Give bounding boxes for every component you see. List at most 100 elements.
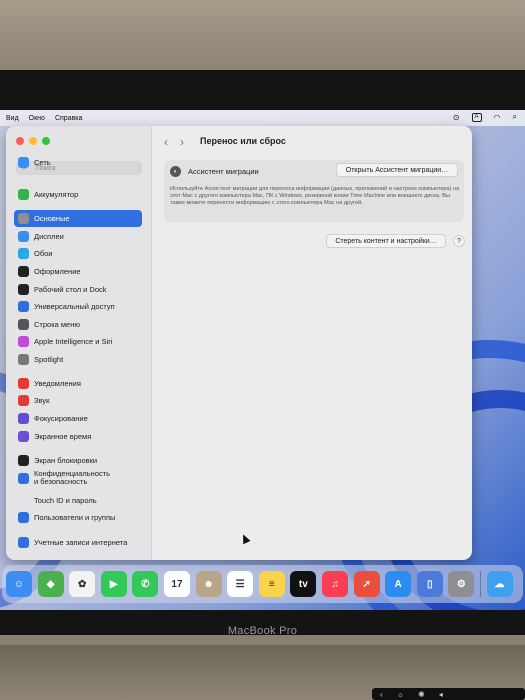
calendar-icon[interactable]: 17	[163, 571, 190, 597]
open-migration-button[interactable]: Открыть Ассистент миграции…	[336, 163, 458, 177]
sidebar-item-label: Рабочий стол и Dock	[34, 285, 107, 294]
wifi-icon[interactable]: ◠	[494, 113, 501, 122]
sidebar-item[interactable]: Apple Intelligence и Siri	[14, 333, 142, 350]
erase-content-button[interactable]: Стереть контент и настройки…	[326, 234, 446, 248]
lock-screen-icon	[18, 455, 29, 466]
sidebar-item[interactable]: Звук	[14, 392, 142, 409]
reminders-icon[interactable]: ☰	[227, 571, 254, 597]
sidebar-item-label: Экран блокировки	[34, 456, 98, 465]
sidebar-item[interactable]: Spotlight	[14, 351, 142, 368]
fingerprint-icon	[18, 495, 29, 506]
menubar-icon	[18, 319, 29, 330]
device-brand: MacBook Pro	[227, 625, 298, 637]
sidebar-item-label: Сеть	[34, 158, 51, 167]
sidebar-item[interactable]: Основные	[14, 210, 142, 227]
battery-icon	[18, 189, 29, 200]
sidebar-item-label: Уведомления	[34, 379, 81, 388]
spotlight-icon	[18, 354, 29, 365]
sidebar-item[interactable]: Универсальный доступ	[14, 298, 142, 315]
at-icon	[18, 537, 29, 548]
sidebar-item-label: Экранное время	[34, 432, 92, 441]
migration-panel: ◐ Ассистент миграции Открыть Ассистент м…	[164, 160, 464, 222]
system-settings-icon[interactable]: ⚙	[448, 571, 475, 597]
forward-button[interactable]: ›	[180, 135, 184, 149]
sidebar-item-label: Spotlight	[34, 355, 64, 364]
sidebar-item-label: Дисплеи	[34, 232, 64, 241]
sidebar-item-label: Фокусирование	[34, 414, 88, 423]
chevron-left-icon[interactable]: ‹	[380, 690, 383, 699]
sidebar-item[interactable]: Экран блокировки	[14, 452, 142, 469]
maps-icon[interactable]: ◆	[37, 571, 64, 597]
sidebar-item[interactable]: Аккумулятор	[14, 186, 142, 203]
finder-icon[interactable]: ☺	[6, 571, 32, 597]
menu-window[interactable]: Окно	[29, 115, 45, 122]
sidebar-item[interactable]: Строка меню	[14, 316, 142, 333]
help-button[interactable]: ?	[453, 235, 465, 247]
sidebar-item-label: Пользователи и группы	[34, 513, 116, 522]
accessibility-icon	[18, 301, 29, 312]
minimize-button[interactable]	[29, 137, 37, 145]
siri-icon	[18, 336, 29, 347]
text-input-icon[interactable]: A	[471, 112, 482, 122]
facetime-icon[interactable]: ▶	[100, 571, 127, 597]
sidebar-item[interactable]: Учетные записи интернета	[14, 534, 142, 551]
play-circle-icon[interactable]: ⊙	[453, 113, 460, 122]
brightness-high-icon[interactable]: ✺	[418, 690, 425, 699]
navigation: ‹ ›	[164, 135, 184, 149]
sidebar-item[interactable]: Touch ID и пароль	[14, 492, 142, 509]
gear-icon	[18, 213, 29, 224]
notes-icon[interactable]: ≡	[258, 571, 285, 597]
window-controls	[16, 137, 50, 145]
sidebar-item[interactable]: Оформление	[14, 263, 142, 280]
sidebar-item[interactable]: Фокусирование	[14, 410, 142, 427]
moon-icon	[18, 413, 29, 424]
bell-icon	[18, 378, 29, 389]
page-title: Перенос или сброс	[200, 136, 286, 146]
sidebar-item-label: Оформление	[34, 267, 81, 276]
sidebar-item-label: Touch ID и пароль	[34, 496, 97, 505]
dock-icon	[18, 284, 29, 295]
rocket-icon[interactable]: ➚	[353, 571, 380, 597]
migration-label: Ассистент миграции	[188, 167, 259, 176]
content-pane: ‹ › Перенос или сброс ◐ Ассистент миграц…	[152, 126, 472, 560]
phone-icon[interactable]: ✆	[132, 571, 159, 597]
sidebar-item-label: Конфиденциальность и безопасность	[34, 469, 111, 486]
sidebar-item-label: Звук	[34, 396, 50, 405]
sidebar-item[interactable]: Пользователи и группы	[14, 509, 142, 526]
photos-icon[interactable]: ✿	[69, 571, 96, 597]
music-icon[interactable]: ♫	[321, 571, 348, 597]
sidebar-item[interactable]: Обои	[14, 245, 142, 262]
sidebar-item[interactable]: Сеть	[14, 154, 142, 171]
app-store-icon[interactable]: A	[385, 571, 412, 597]
dock-separator	[479, 571, 481, 597]
zoom-button[interactable]	[42, 137, 50, 145]
search-icon[interactable]: ⌕	[513, 112, 517, 122]
sidebar-item-label: Учетные записи интернета	[34, 538, 128, 547]
network-icon	[18, 157, 29, 168]
sidebar-item[interactable]: Уведомления	[14, 375, 142, 392]
display-icon	[18, 231, 29, 242]
weather-icon[interactable]: ☁	[486, 571, 513, 597]
sound-icon	[18, 395, 29, 406]
sidebar-item[interactable]: Конфиденциальность и безопасность	[14, 468, 142, 488]
sidebar-item-label: Универсальный доступ	[34, 302, 115, 311]
migration-assistant-icon: ◐	[170, 166, 181, 177]
migration-description: Используйте Ассистент миграции для перен…	[170, 186, 460, 207]
menu-help[interactable]: Справка	[55, 115, 82, 122]
contacts-icon[interactable]: ☻	[195, 571, 222, 597]
sidebar-item-label: Строка меню	[34, 320, 80, 329]
brightness-icon[interactable]: ☼	[397, 690, 404, 699]
back-button[interactable]: ‹	[164, 135, 168, 149]
settings-window: ⌕ Поиск СетьАккумуляторОсновныеДисплеиОб…	[6, 126, 472, 560]
tv-icon[interactable]: tv	[290, 571, 317, 597]
menu-view[interactable]: Вид	[6, 115, 19, 122]
close-button[interactable]	[16, 137, 24, 145]
iphone-mirroring-icon[interactable]: ▯	[416, 571, 443, 597]
volume-icon[interactable]: ◂	[439, 690, 443, 699]
sidebar-item[interactable]: Рабочий стол и Dock	[14, 281, 142, 298]
appearance-icon	[18, 266, 29, 277]
users-icon	[18, 512, 29, 523]
background-wall	[0, 0, 525, 70]
sidebar-item[interactable]: Экранное время	[14, 428, 142, 445]
sidebar-item[interactable]: Дисплеи	[14, 228, 142, 245]
